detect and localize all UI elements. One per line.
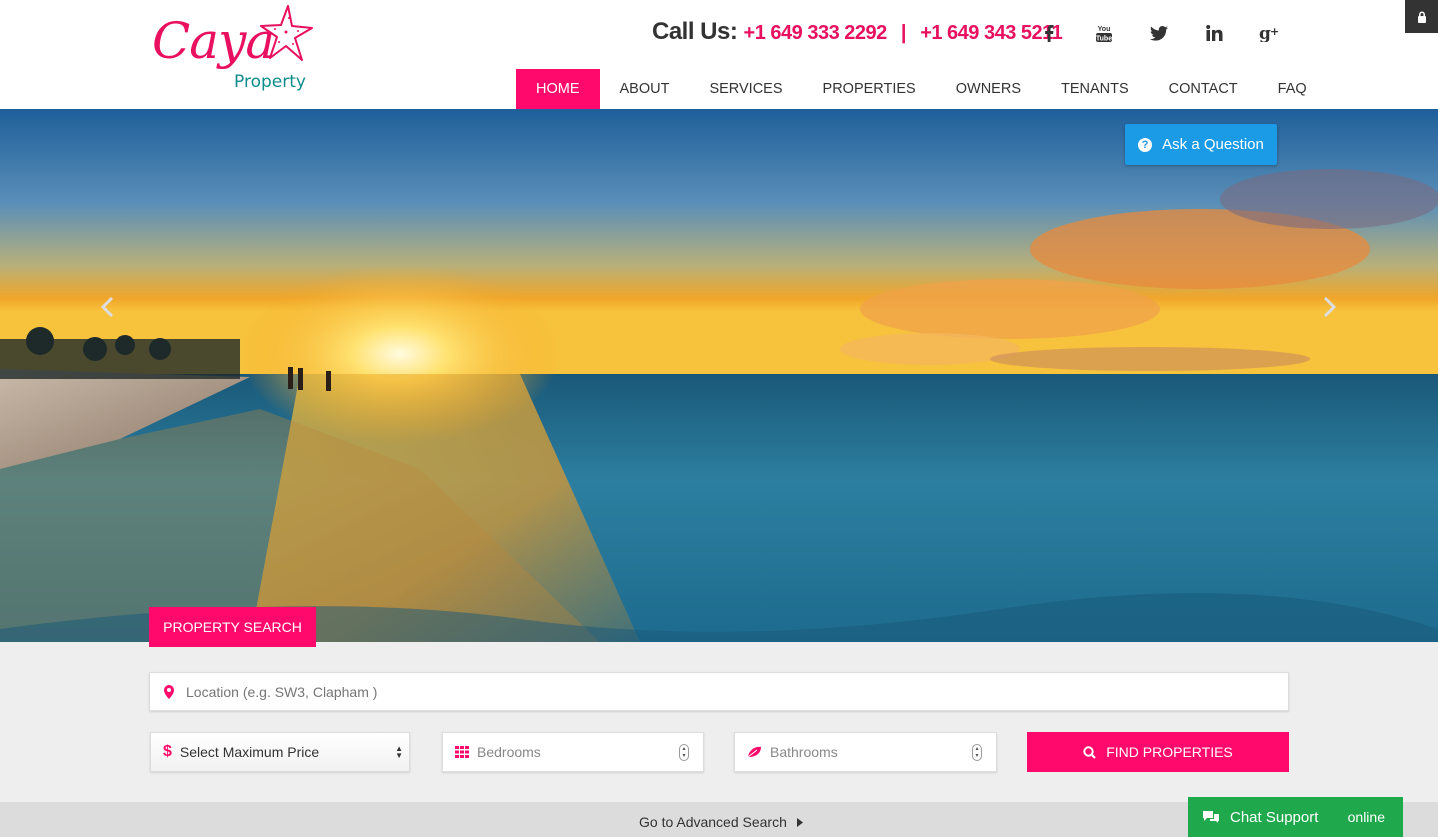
- slider-prev-icon[interactable]: [100, 297, 114, 317]
- svg-text:Tube: Tube: [1096, 36, 1112, 43]
- page: Caya Property Call Us: +1 649 333 2292 |…: [0, 0, 1438, 837]
- search-icon: [1083, 745, 1096, 759]
- nav-contact[interactable]: CONTACT: [1149, 69, 1258, 109]
- find-properties-button[interactable]: FIND PROPERTIES: [1027, 732, 1289, 772]
- slider-next-icon[interactable]: [1323, 297, 1337, 317]
- site-logo[interactable]: Caya Property: [150, 4, 320, 102]
- twitter-icon[interactable]: [1146, 20, 1172, 46]
- nav-tenants[interactable]: TENANTS: [1041, 69, 1149, 109]
- nav-owners[interactable]: OWNERS: [936, 69, 1041, 109]
- lock-button[interactable]: [1405, 0, 1438, 33]
- phone-number-1[interactable]: +1 649 333 2292: [744, 22, 888, 44]
- logo-subtitle: Property: [234, 72, 306, 92]
- chat-bubbles-icon: [1203, 811, 1219, 823]
- google-plus-icon[interactable]: g +: [1256, 20, 1282, 46]
- chat-support-label: Chat Support: [1230, 808, 1319, 826]
- starfish-icon: [260, 5, 313, 61]
- question-icon: ?: [1138, 137, 1153, 152]
- hero-image: [0, 109, 1438, 642]
- location-field[interactable]: [149, 672, 1289, 711]
- nav-about[interactable]: ABOUT: [600, 69, 690, 109]
- main-nav: HOME ABOUT SERVICES PROPERTIES OWNERS TE…: [516, 69, 1327, 109]
- stepper-icon[interactable]: ▴ ▾: [972, 744, 982, 761]
- max-price-select[interactable]: $ Select Maximum Price ▲ ▼: [150, 732, 410, 772]
- advanced-search-label: Go to Advanced Search: [639, 814, 787, 830]
- nav-services[interactable]: SERVICES: [689, 69, 802, 109]
- advanced-search-link[interactable]: Go to Advanced Search: [639, 814, 803, 830]
- youtube-icon[interactable]: You Tube: [1091, 20, 1117, 46]
- chat-status: online: [1347, 809, 1385, 825]
- location-input[interactable]: [186, 683, 1266, 700]
- linkedin-icon[interactable]: [1201, 20, 1227, 46]
- lock-icon: [1417, 11, 1426, 23]
- site-header: Caya Property Call Us: +1 649 333 2292 |…: [0, 0, 1438, 109]
- nav-home[interactable]: HOME: [516, 69, 600, 109]
- find-properties-label: FIND PROPERTIES: [1106, 744, 1233, 760]
- bedrooms-field[interactable]: Bedrooms ▴ ▾: [442, 732, 704, 772]
- bathrooms-field[interactable]: Bathrooms ▴ ▾: [734, 732, 997, 772]
- property-search-tab[interactable]: PROPERTY SEARCH: [149, 607, 316, 647]
- phone-separator: |: [900, 22, 907, 44]
- nav-properties[interactable]: PROPERTIES: [803, 69, 936, 109]
- ask-question-label: Ask a Question: [1162, 136, 1264, 153]
- search-panel: [0, 642, 1438, 802]
- stepper-icon[interactable]: ▴ ▾: [679, 744, 689, 761]
- leaf-icon: [747, 746, 761, 758]
- map-pin-icon: [164, 684, 174, 699]
- chat-support-widget[interactable]: Chat Support online: [1188, 797, 1403, 837]
- bathrooms-placeholder: Bathrooms: [770, 744, 838, 760]
- select-arrows-icon: ▲ ▼: [395, 744, 403, 760]
- logo-wordmark: Caya: [152, 12, 275, 70]
- max-price-label: Select Maximum Price: [179, 744, 320, 760]
- call-us-label: Call Us:: [652, 18, 738, 45]
- grid-icon: [455, 746, 469, 758]
- dollar-icon: $: [163, 743, 172, 760]
- hero-slider: ? Ask a Question: [0, 109, 1438, 642]
- svg-text:+: +: [1270, 25, 1279, 38]
- caret-right-icon: [796, 817, 803, 827]
- bedrooms-placeholder: Bedrooms: [477, 744, 541, 760]
- svg-text:You: You: [1098, 26, 1111, 33]
- call-us: Call Us: +1 649 333 2292 | +1 649 343 52…: [652, 18, 1063, 46]
- facebook-icon[interactable]: [1036, 20, 1062, 46]
- nav-faq[interactable]: FAQ: [1258, 69, 1327, 109]
- ask-question-button[interactable]: ? Ask a Question: [1125, 124, 1277, 165]
